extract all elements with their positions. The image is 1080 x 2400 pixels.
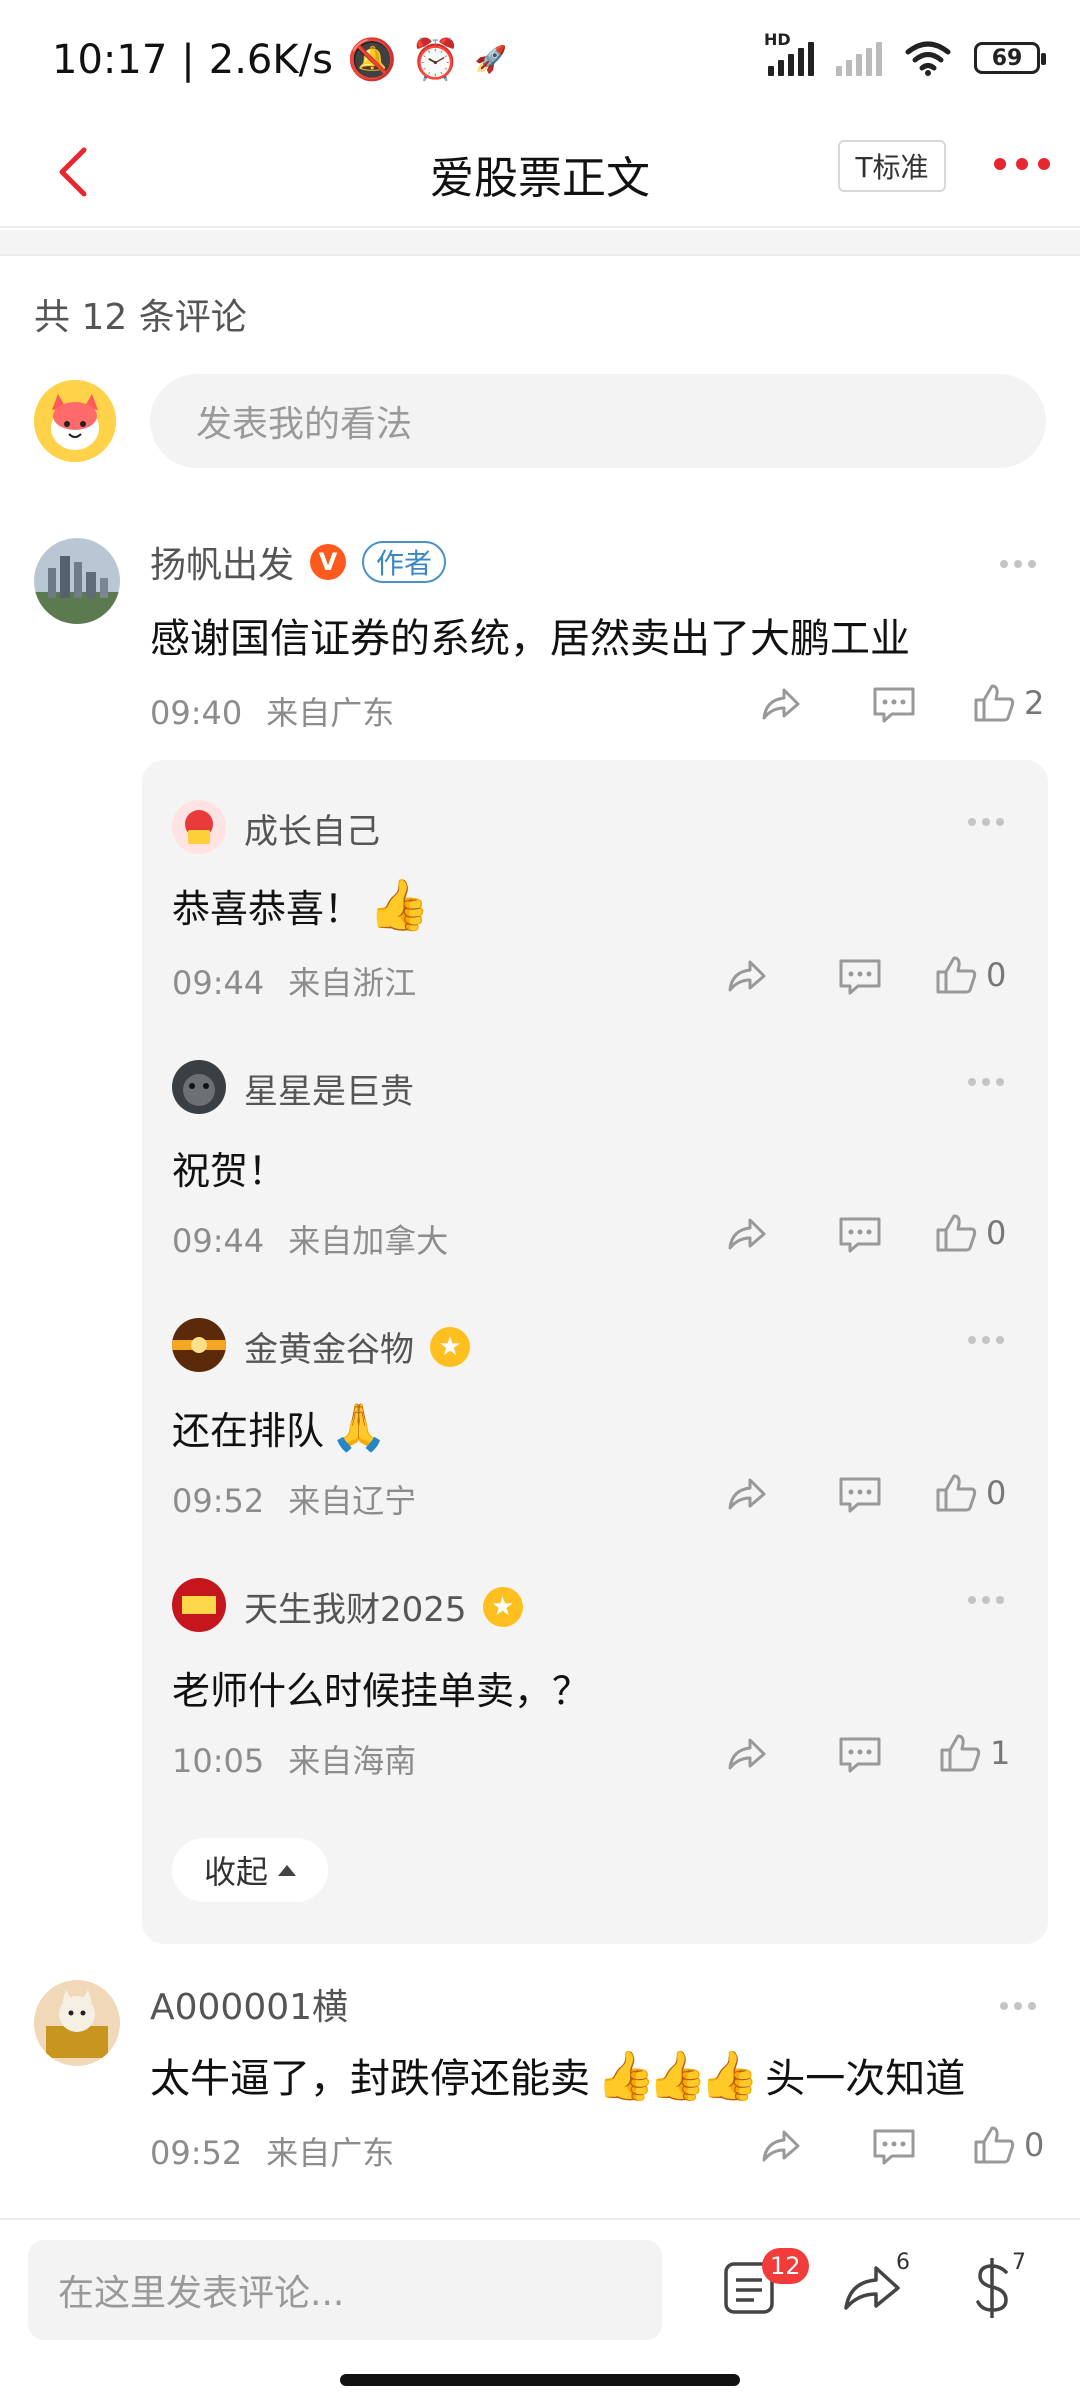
battery-icon: 69 [974,42,1046,74]
like-button[interactable]: 2 [972,682,1044,724]
share-count: 6 [896,2250,910,2275]
like-button[interactable]: 0 [972,2124,1044,2166]
mute-icon: 🔕 [346,37,397,83]
bottom-bar: 在这里发表评论... 12 6 7 [0,2218,1080,2400]
reply-text: 祝贺！ [172,1149,287,1193]
author-badge: 作者 [362,541,447,583]
status-time: 10:17 [52,36,168,83]
status-bar: 10:17 | 2.6K/s 🔕 ⏰ 🚀 HD 69 [0,0,1080,120]
share-icon[interactable] [726,1734,768,1774]
pray-icon: 🙏 [330,1400,388,1454]
reply-author[interactable]: 成长自己 [244,804,380,853]
reply-text: 老师什么时候挂单卖，？ [172,1669,591,1713]
reply-more-icon[interactable] [968,1336,1004,1344]
share-icon[interactable] [726,1474,768,1514]
network-speed: 2.6K/s [208,36,333,83]
avatar[interactable] [172,1060,226,1114]
like-count: 2 [1024,684,1045,722]
reply-icon[interactable] [838,1736,882,1774]
avatar[interactable] [34,538,120,624]
signal-icon: HD [764,30,814,76]
reply-more-icon[interactable] [968,818,1004,826]
status-right: HD 69 [764,30,1046,76]
avatar[interactable] [172,800,226,854]
status-left: 10:17 | 2.6K/s 🔕 ⏰ 🚀 [52,36,507,84]
collapse-button[interactable]: 收起 [172,1838,328,1902]
reply-text: 还在排队 🙏 [172,1400,388,1454]
star-badge-icon: ★ [482,1586,523,1627]
reply-meta: 09:44 来自加拿大 [172,1222,449,1260]
comment-count: 共 12 条评论 [34,297,247,338]
wifi-icon [905,41,951,76]
reward-icon[interactable] [970,2256,1016,2320]
share-icon[interactable] [726,1214,768,1254]
like-count: 1 [990,1734,1011,1772]
alarm-icon: ⏰ [410,37,461,83]
share-icon[interactable] [726,956,768,996]
like-count: 0 [1024,2126,1045,2164]
reward-count: 7 [1012,2250,1026,2275]
home-indicator[interactable] [340,2374,740,2386]
app-notification-icon: 🚀 [474,44,507,75]
share-icon[interactable] [760,684,802,724]
comment-input[interactable]: 发表我的看法 [150,374,1046,468]
comment-count-badge: 12 [762,2248,809,2284]
comment-more-icon[interactable] [1000,560,1036,568]
star-badge-icon: ★ [430,1326,470,1367]
text-size-button[interactable]: T标准 [838,140,946,192]
reply-text: 恭喜恭喜！ 👍 [172,876,431,934]
reply-icon[interactable] [838,1216,882,1254]
reply-author[interactable]: 天生我财2025 ★ [244,1582,523,1631]
header: 爱股票正文 T标准 [0,120,1080,228]
comment-meta: 09:40 来自广东 [150,694,395,732]
reply-icon[interactable] [838,1476,882,1514]
like-count: 0 [986,1474,1007,1512]
bottom-comment-input[interactable]: 在这里发表评论... [28,2240,662,2340]
signal-2-icon [836,40,882,76]
more-icon[interactable] [994,158,1050,170]
verified-icon: V [310,544,347,580]
reply-icon[interactable] [838,958,882,996]
reply-icon[interactable] [872,686,916,724]
reply-more-icon[interactable] [968,1078,1004,1086]
divider [0,230,1080,256]
thumbs-up-icons: 👍👍👍 [596,2047,759,2104]
reply-meta: 09:52 来自辽宁 [172,1482,417,1520]
like-count: 0 [986,1214,1007,1252]
caret-up-icon [278,1864,296,1876]
like-button[interactable]: 0 [934,954,1006,996]
comment-text: 太牛逼了，封跌停还能卖 👍👍👍 头一次知道 [150,2047,966,2104]
like-count: 0 [986,956,1007,994]
avatar[interactable] [34,1980,120,2066]
comment-text: 感谢国信证券的系统，居然卖出了大鹏工业 [150,616,910,662]
avatar[interactable] [172,1318,226,1372]
reply-author[interactable]: 金黄金谷物 ★ [244,1322,470,1371]
comment-more-icon[interactable] [1000,2002,1036,2010]
like-button[interactable]: 0 [934,1472,1006,1514]
comment-author[interactable]: A000001横 [150,1978,348,2030]
reply-author[interactable]: 星星是巨贵 [244,1064,414,1113]
avatar[interactable] [172,1578,226,1632]
like-button[interactable]: 0 [934,1212,1006,1254]
comment-meta: 09:52 来自广东 [150,2134,395,2172]
reply-meta: 10:05 来自海南 [172,1742,417,1780]
comment-author[interactable]: 扬帆出发 V 作者 [150,536,447,588]
reply-icon[interactable] [872,2128,916,2166]
thumbs-up-icon: 👍 [368,876,431,934]
like-button[interactable]: 1 [938,1732,1010,1774]
share-icon[interactable] [760,2126,802,2166]
share-icon[interactable] [842,2260,902,2314]
my-avatar[interactable] [34,380,116,462]
reply-meta: 09:44 来自浙江 [172,964,417,1002]
reply-more-icon[interactable] [968,1596,1004,1604]
